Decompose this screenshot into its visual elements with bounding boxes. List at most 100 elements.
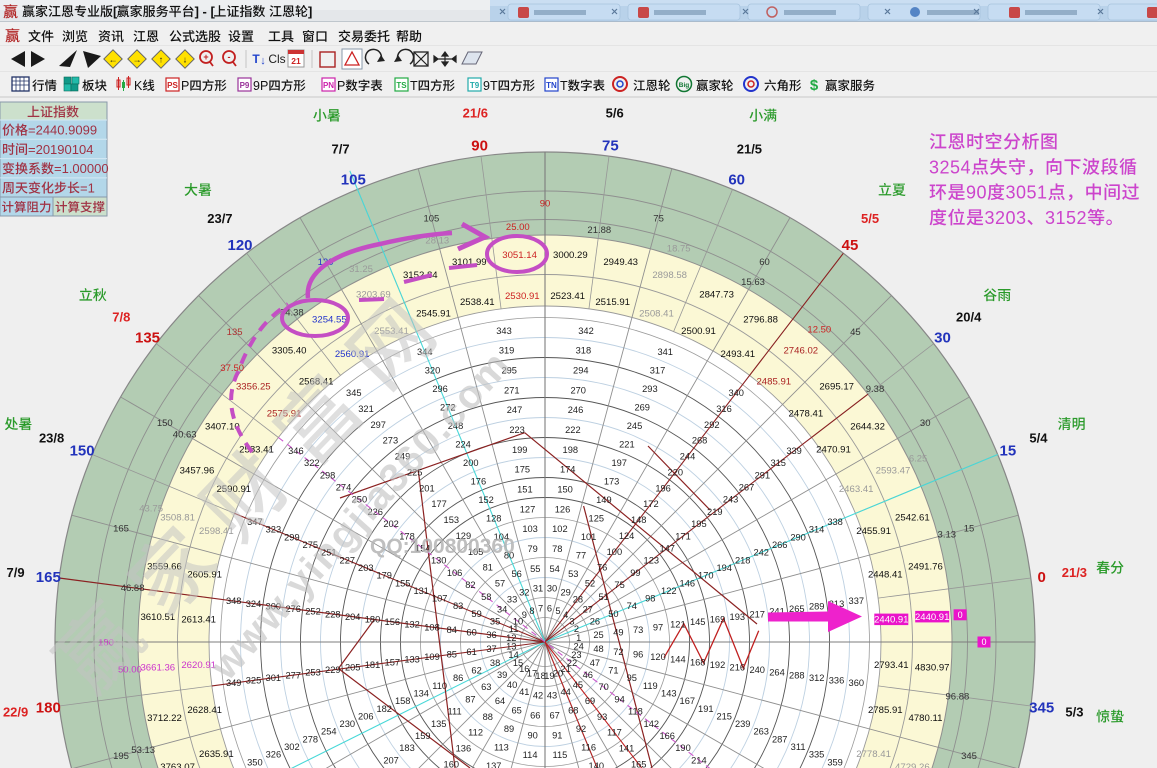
svg-text:263: 263 — [753, 727, 769, 737]
svg-text:190: 190 — [675, 743, 691, 753]
svg-text:37.50: 37.50 — [220, 363, 244, 374]
svg-text:83: 83 — [453, 601, 463, 611]
svg-text:2628.41: 2628.41 — [187, 705, 222, 716]
svg-text:2530.91: 2530.91 — [505, 291, 540, 302]
svg-text:7/8: 7/8 — [112, 310, 130, 325]
svg-text:3305.40: 3305.40 — [272, 346, 307, 357]
svg-text:Cls: Cls — [268, 52, 285, 66]
svg-text:90: 90 — [528, 730, 538, 740]
svg-text:82: 82 — [465, 580, 475, 590]
svg-text:28: 28 — [573, 594, 583, 604]
svg-text:61: 61 — [466, 647, 476, 657]
svg-text:165: 165 — [113, 524, 129, 535]
svg-text:278: 278 — [303, 734, 319, 744]
svg-text:325: 325 — [246, 676, 262, 686]
svg-text:170: 170 — [698, 571, 714, 581]
svg-text:2545.91: 2545.91 — [416, 309, 451, 320]
svg-text:242: 242 — [753, 548, 769, 558]
svg-text:2463.41: 2463.41 — [839, 484, 874, 495]
svg-text:220: 220 — [668, 467, 684, 477]
svg-text:40.63: 40.63 — [173, 429, 197, 440]
svg-text:2898.58: 2898.58 — [652, 270, 687, 281]
svg-text:254: 254 — [321, 727, 337, 737]
svg-text:345: 345 — [346, 388, 362, 398]
svg-text:59: 59 — [471, 609, 481, 619]
svg-text:348: 348 — [226, 596, 242, 606]
svg-text:85: 85 — [447, 650, 457, 660]
svg-text:27: 27 — [583, 604, 593, 614]
svg-text:70: 70 — [599, 682, 609, 692]
svg-text:23/7: 23/7 — [207, 211, 232, 226]
svg-text:175: 175 — [515, 465, 531, 475]
svg-text:240: 240 — [749, 665, 765, 675]
svg-text:2695.17: 2695.17 — [819, 382, 854, 393]
svg-text:3: 3 — [569, 617, 574, 627]
svg-text:143: 143 — [661, 689, 677, 699]
svg-text:86: 86 — [453, 673, 463, 683]
svg-text:TN: TN — [546, 81, 557, 90]
svg-text:55: 55 — [530, 564, 540, 574]
svg-text:320: 320 — [425, 366, 441, 376]
svg-text:268: 268 — [692, 436, 708, 446]
svg-text:134: 134 — [413, 689, 429, 699]
svg-text:182: 182 — [376, 704, 392, 714]
svg-text:=1: =1 — [80, 181, 95, 196]
svg-text:201: 201 — [419, 483, 435, 493]
svg-text:97: 97 — [653, 622, 663, 632]
svg-text:120: 120 — [227, 237, 252, 254]
svg-text:137: 137 — [486, 761, 502, 768]
svg-text:301: 301 — [266, 673, 282, 683]
svg-text:0: 0 — [958, 610, 963, 620]
svg-text:101: 101 — [581, 532, 597, 542]
svg-text:117: 117 — [607, 728, 622, 738]
svg-text:152: 152 — [478, 495, 494, 505]
svg-text:228: 228 — [325, 609, 341, 619]
svg-text:→: → — [133, 55, 142, 65]
svg-text:112: 112 — [468, 728, 483, 738]
svg-text:199: 199 — [512, 445, 528, 455]
svg-text:2583.41: 2583.41 — [239, 445, 274, 456]
svg-text:180: 180 — [365, 615, 381, 625]
svg-text:30: 30 — [920, 418, 931, 429]
svg-text:318: 318 — [576, 346, 592, 356]
svg-text:25.00: 25.00 — [506, 222, 530, 233]
svg-text:160: 160 — [444, 759, 460, 768]
svg-text:168: 168 — [690, 657, 706, 667]
svg-text:115: 115 — [552, 750, 567, 760]
svg-text:41: 41 — [519, 687, 529, 697]
svg-text:270: 270 — [570, 385, 586, 395]
svg-text:215: 215 — [716, 711, 732, 721]
svg-text:6.25: 6.25 — [909, 453, 928, 464]
svg-text:165: 165 — [631, 759, 647, 768]
svg-text:↑: ↑ — [159, 55, 164, 65]
svg-text:+: + — [203, 52, 208, 62]
svg-text:141: 141 — [619, 744, 635, 754]
svg-text:158: 158 — [395, 696, 411, 706]
svg-text:64: 64 — [495, 696, 505, 706]
svg-text:288: 288 — [789, 670, 805, 680]
svg-text:247: 247 — [507, 405, 523, 415]
svg-text:335: 335 — [809, 750, 825, 760]
svg-text:179: 179 — [376, 571, 392, 581]
svg-text:239: 239 — [735, 719, 751, 729]
svg-text:3.13: 3.13 — [938, 530, 957, 541]
svg-text:↓: ↓ — [183, 55, 188, 65]
svg-text:192: 192 — [710, 660, 726, 670]
svg-text:110: 110 — [432, 681, 447, 691]
svg-text:21/6: 21/6 — [463, 105, 488, 120]
svg-text:195: 195 — [113, 751, 129, 762]
svg-text:72: 72 — [613, 647, 623, 657]
svg-text:57: 57 — [495, 579, 505, 589]
svg-text:66: 66 — [530, 711, 540, 721]
svg-text:2478.41: 2478.41 — [789, 409, 824, 420]
svg-text:QQ:100800360: QQ:100800360 — [370, 535, 515, 558]
svg-text:266: 266 — [772, 540, 788, 550]
svg-text:12.50: 12.50 — [807, 325, 831, 336]
svg-text:269: 269 — [634, 403, 650, 413]
svg-text:148: 148 — [631, 515, 647, 525]
svg-text:107: 107 — [432, 594, 448, 604]
svg-text:131: 131 — [413, 586, 429, 596]
svg-text:133: 133 — [404, 655, 420, 665]
svg-text:39: 39 — [497, 670, 507, 680]
svg-text:99: 99 — [630, 568, 640, 578]
